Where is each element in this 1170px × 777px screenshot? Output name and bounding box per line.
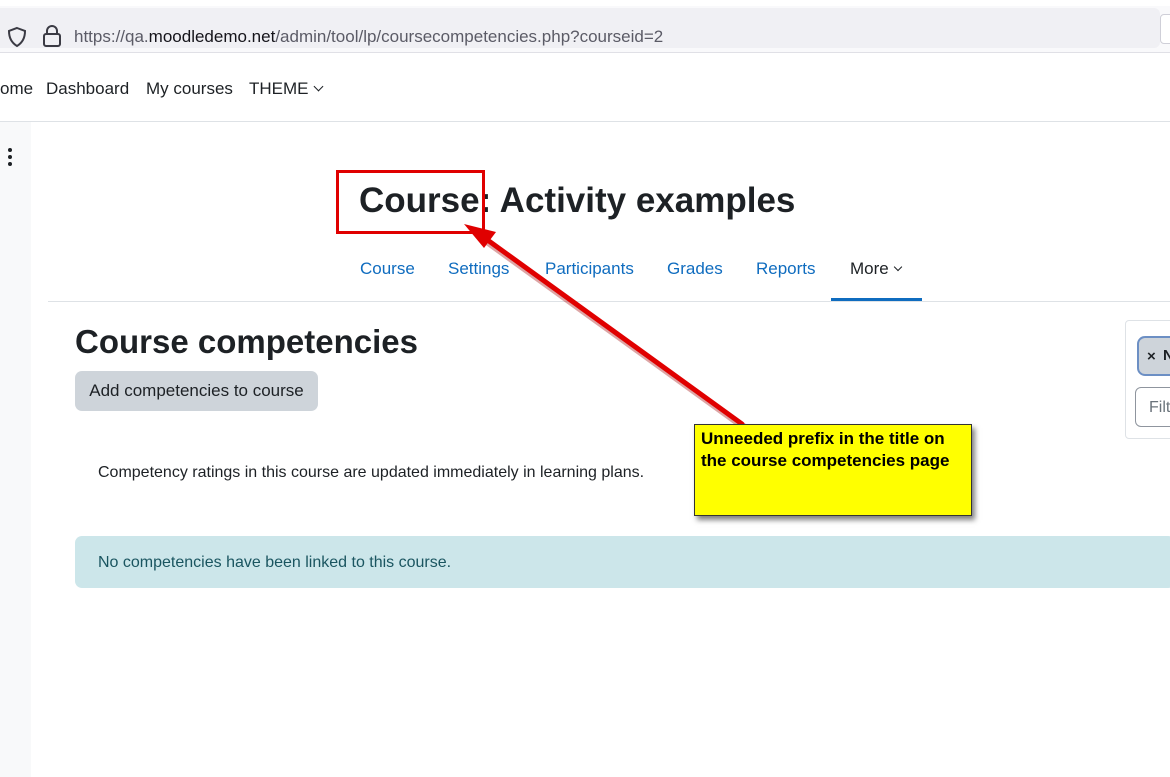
lock-icon[interactable] bbox=[42, 25, 62, 47]
divider bbox=[48, 301, 1170, 302]
close-icon[interactable]: × bbox=[1147, 348, 1156, 365]
address-bar[interactable]: https://qa.moodledemo.net/admin/tool/lp/… bbox=[0, 8, 1160, 48]
filter-input[interactable]: Filt bbox=[1135, 387, 1170, 427]
primary-navigation: ome Dashboard My courses THEME bbox=[0, 53, 1170, 122]
nav-my-courses-link[interactable]: My courses bbox=[146, 79, 233, 99]
toolbar-button-edge[interactable] bbox=[1160, 14, 1170, 44]
shield-icon[interactable] bbox=[6, 26, 28, 48]
filter-chip-label: N bbox=[1163, 347, 1170, 364]
chevron-down-icon bbox=[893, 262, 902, 272]
tab-course[interactable]: Course bbox=[360, 259, 415, 279]
chevron-down-icon bbox=[313, 81, 323, 92]
url-host: moodledemo.net bbox=[148, 27, 276, 46]
annotation-callout: Unneeded prefix in the title on the cour… bbox=[694, 424, 972, 516]
nav-theme-menu[interactable]: THEME bbox=[249, 79, 323, 99]
tab-more-label: More bbox=[850, 259, 889, 278]
tab-grades[interactable]: Grades bbox=[667, 259, 723, 279]
tab-participants[interactable]: Participants bbox=[545, 259, 634, 279]
annotation-highlight-box bbox=[336, 170, 485, 234]
url-prefix: https://qa. bbox=[74, 27, 149, 46]
browser-tab-strip bbox=[0, 0, 1170, 6]
callout-text: Unneeded prefix in the title on the cour… bbox=[701, 429, 950, 470]
info-alert: No competencies have been linked to this… bbox=[75, 536, 1170, 588]
url-text[interactable]: https://qa.moodledemo.net/admin/tool/lp/… bbox=[74, 27, 663, 47]
left-drawer bbox=[0, 122, 31, 777]
filter-chip[interactable]: × N bbox=[1137, 336, 1170, 376]
filter-placeholder: Filt bbox=[1149, 399, 1170, 416]
browser-toolbar: https://qa.moodledemo.net/admin/tool/lp/… bbox=[0, 0, 1170, 53]
nav-home-link[interactable]: ome bbox=[0, 79, 33, 99]
alert-text: No competencies have been linked to this… bbox=[98, 554, 452, 571]
url-path: /admin/tool/lp/coursecompetencies.php?co… bbox=[275, 27, 664, 46]
add-competencies-button[interactable]: Add competencies to course bbox=[75, 371, 318, 411]
nav-theme-label: THEME bbox=[249, 79, 309, 98]
tab-reports[interactable]: Reports bbox=[756, 259, 816, 279]
info-text: Competency ratings in this course are up… bbox=[98, 464, 645, 481]
nav-dashboard-link[interactable]: Dashboard bbox=[46, 79, 129, 99]
tab-settings[interactable]: Settings bbox=[448, 259, 509, 279]
page-heading: Course competencies bbox=[75, 323, 418, 360]
secondary-navigation: Course Settings Participants Grades Repo… bbox=[0, 255, 1170, 301]
kebab-menu-icon[interactable] bbox=[7, 148, 13, 166]
tab-more[interactable]: More bbox=[850, 259, 902, 279]
